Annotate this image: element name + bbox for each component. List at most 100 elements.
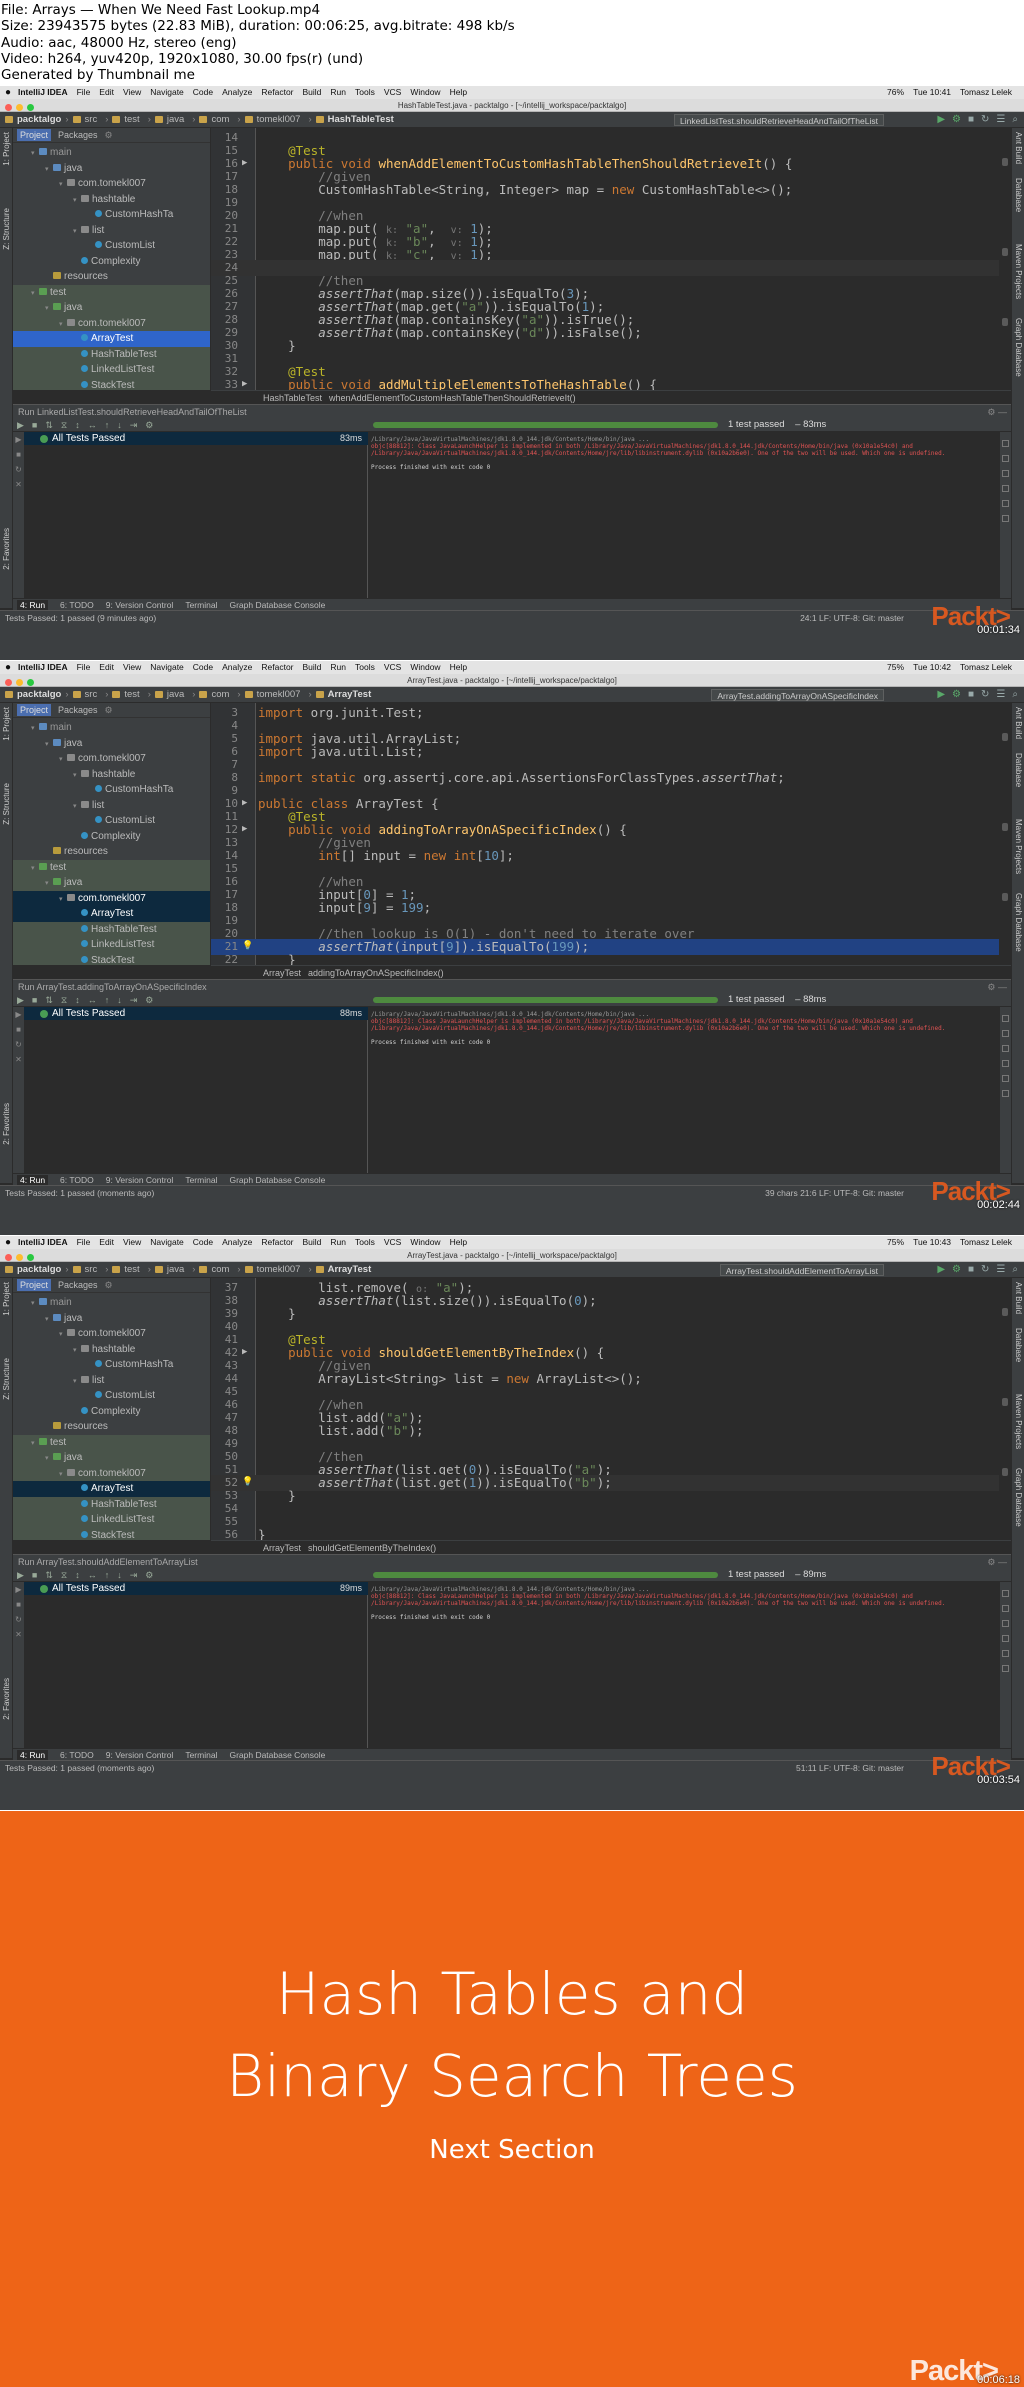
console-action-icon[interactable] bbox=[1002, 500, 1009, 507]
tree-item[interactable]: Complexity bbox=[13, 254, 210, 270]
tree-item[interactable]: HashTableTest bbox=[13, 1496, 210, 1512]
tree-toggle-icon[interactable]: ▾ bbox=[31, 1436, 39, 1452]
editor-breadcrumb-item[interactable]: addingToArrayOnASpecificIndex() bbox=[308, 968, 444, 978]
menu-refactor[interactable]: Refactor bbox=[261, 662, 293, 672]
tree-toggle-icon[interactable]: ▾ bbox=[73, 1343, 81, 1359]
tree-item[interactable]: resources bbox=[13, 844, 210, 860]
bottom-tab-run[interactable]: 4: Run bbox=[17, 1175, 49, 1185]
tree-item[interactable]: ▾ list bbox=[13, 223, 210, 239]
rerun-icon[interactable]: ▶ bbox=[13, 1007, 24, 1022]
tree-item[interactable]: CustomList bbox=[13, 813, 210, 829]
filter-icon[interactable]: ⧖ bbox=[61, 995, 67, 1005]
run-icon[interactable]: ▶ bbox=[937, 689, 945, 700]
tree-item[interactable]: CustomList bbox=[13, 1388, 210, 1404]
tool-window-project[interactable]: 1: Project bbox=[2, 707, 11, 741]
tree-item[interactable]: StackTest bbox=[13, 1527, 210, 1540]
tree-toggle-icon[interactable]: ▾ bbox=[31, 721, 39, 737]
stop-icon[interactable]: ■ bbox=[32, 420, 37, 430]
settings-icon[interactable]: ⚙ — bbox=[987, 980, 1007, 994]
tree-item[interactable]: ▾ java bbox=[13, 161, 210, 178]
settings-icon[interactable]: ⚙ — bbox=[987, 1555, 1007, 1569]
tree-item[interactable]: Complexity bbox=[13, 1404, 210, 1420]
tree-item[interactable]: HashTableTest bbox=[13, 921, 210, 937]
breadcrumb-item[interactable]: packtalgo bbox=[5, 689, 61, 700]
code-editor[interactable]: 3 import org.junit.Test; 4 5 import java.uti… bbox=[211, 703, 1011, 965]
menu-vcs[interactable]: VCS bbox=[384, 1237, 401, 1247]
settings-icon[interactable]: ⚙ bbox=[105, 1280, 113, 1290]
tree-item[interactable]: ArrayTest bbox=[13, 906, 210, 922]
run-configuration-select[interactable]: LinkedListTest.shouldRetrieveHeadAndTail… bbox=[674, 114, 884, 126]
mac-user[interactable]: Tomasz Lelek bbox=[960, 662, 1012, 672]
tree-item[interactable]: CustomHashTa bbox=[13, 207, 210, 223]
menu-navigate[interactable]: Navigate bbox=[150, 662, 184, 672]
tree-item[interactable]: ▾ main bbox=[13, 720, 210, 737]
menu-analyze[interactable]: Analyze bbox=[222, 1237, 252, 1247]
settings-icon[interactable]: ⚙ bbox=[145, 995, 153, 1005]
menu-code[interactable]: Code bbox=[193, 87, 213, 97]
bottom-tab-terminal[interactable]: Terminal bbox=[185, 1175, 217, 1185]
tree-toggle-icon[interactable]: ▾ bbox=[59, 317, 67, 333]
menu-view[interactable]: View bbox=[123, 1237, 141, 1247]
tree-item[interactable]: ▾ java bbox=[13, 1450, 210, 1466]
tree-toggle-icon[interactable]: ▾ bbox=[73, 768, 81, 784]
menu-file[interactable]: File bbox=[77, 87, 91, 97]
collapse-icon[interactable]: ↔ bbox=[88, 420, 97, 430]
tree-item[interactable]: CustomHashTa bbox=[13, 782, 210, 798]
expand-icon[interactable]: ↕ bbox=[75, 420, 80, 430]
build-icon[interactable]: ↻ bbox=[981, 689, 989, 700]
editor-breadcrumb-item[interactable]: shouldGetElementByTheIndex() bbox=[308, 1543, 436, 1553]
menu-edit[interactable]: Edit bbox=[99, 87, 114, 97]
up-icon[interactable]: ↑ bbox=[105, 995, 110, 1005]
run-configuration-select[interactable]: ArrayTest.shouldAddElementToArrayList bbox=[719, 1264, 884, 1276]
breadcrumb-item[interactable]: ArrayTest bbox=[315, 689, 371, 700]
rerun-icon[interactable]: ▶ bbox=[17, 995, 24, 1005]
breadcrumb-item[interactable]: packtalgo bbox=[5, 114, 61, 125]
down-icon[interactable]: ↓ bbox=[117, 1570, 122, 1580]
menu-tools[interactable]: Tools bbox=[355, 87, 375, 97]
menu-vcs[interactable]: VCS bbox=[384, 87, 401, 97]
debug-icon[interactable]: ⚙ bbox=[952, 114, 961, 125]
console-action-icon[interactable] bbox=[1002, 1605, 1009, 1612]
rerun-icon[interactable]: ▶ bbox=[13, 432, 24, 447]
menu-intellij-idea[interactable]: IntelliJ IDEA bbox=[18, 87, 68, 97]
bottom-tab-terminal[interactable]: Terminal bbox=[185, 600, 217, 610]
tool-window-favorites[interactable]: 2: Favorites bbox=[2, 1678, 11, 1720]
tool-window-favorites[interactable]: 2: Favorites bbox=[2, 1103, 11, 1145]
close-window-button[interactable] bbox=[5, 679, 12, 686]
breadcrumb-item[interactable]: src bbox=[72, 689, 102, 700]
test-result-row[interactable]: All Tests Passed 83ms bbox=[24, 432, 368, 445]
bottom-tab-todo[interactable]: 6: TODO bbox=[60, 1750, 94, 1760]
settings-icon[interactable]: ⚙ bbox=[145, 420, 153, 430]
menu-help[interactable]: Help bbox=[450, 87, 467, 97]
editor-scrollbar[interactable] bbox=[999, 128, 1011, 390]
console-action-icon[interactable] bbox=[1002, 1590, 1009, 1597]
filter-icon[interactable]: ⧖ bbox=[61, 1570, 67, 1580]
settings-icon[interactable]: ⚙ bbox=[105, 130, 113, 140]
menu-navigate[interactable]: Navigate bbox=[150, 87, 184, 97]
tree-item[interactable]: LinkedListTest bbox=[13, 937, 210, 953]
tool-window-antbuild[interactable]: Ant Build bbox=[1014, 1282, 1023, 1314]
tree-item[interactable]: resources bbox=[13, 1419, 210, 1435]
editor-scrollbar[interactable] bbox=[999, 1278, 1011, 1540]
tree-item[interactable]: ▾ main bbox=[13, 145, 210, 161]
tree-item[interactable]: ▾ java bbox=[13, 736, 210, 752]
tree-item[interactable]: ▾ hashtable bbox=[13, 192, 210, 208]
console-action-icon[interactable] bbox=[1002, 1090, 1009, 1097]
editor-breadcrumb-item[interactable]: ArrayTest bbox=[263, 968, 301, 978]
tool-window-database[interactable]: Database bbox=[1014, 1328, 1023, 1362]
menu-edit[interactable]: Edit bbox=[99, 1237, 114, 1247]
run-configuration-select[interactable]: ArrayTest.addingToArrayOnASpecificIndex bbox=[711, 689, 884, 701]
project-view-tab[interactable]: Project bbox=[17, 704, 52, 716]
stop-icon[interactable]: ■ bbox=[32, 995, 37, 1005]
tree-item[interactable]: ▾ com.tomekl007 bbox=[13, 751, 210, 767]
tree-item[interactable]: ▾ com.tomekl007 bbox=[13, 315, 210, 333]
tree-item[interactable]: ▾ hashtable bbox=[13, 767, 210, 784]
menu-code[interactable]: Code bbox=[193, 662, 213, 672]
code-line[interactable]: 22 } bbox=[211, 952, 1011, 965]
console-action-icon[interactable] bbox=[1002, 1030, 1009, 1037]
tree-toggle-icon[interactable]: ▾ bbox=[45, 162, 53, 178]
build-icon[interactable]: ↻ bbox=[981, 114, 989, 125]
tree-toggle-icon[interactable]: ▾ bbox=[59, 177, 67, 193]
tree-toggle-icon[interactable]: ▾ bbox=[59, 1467, 67, 1483]
console-action-icon[interactable] bbox=[1002, 1045, 1009, 1052]
